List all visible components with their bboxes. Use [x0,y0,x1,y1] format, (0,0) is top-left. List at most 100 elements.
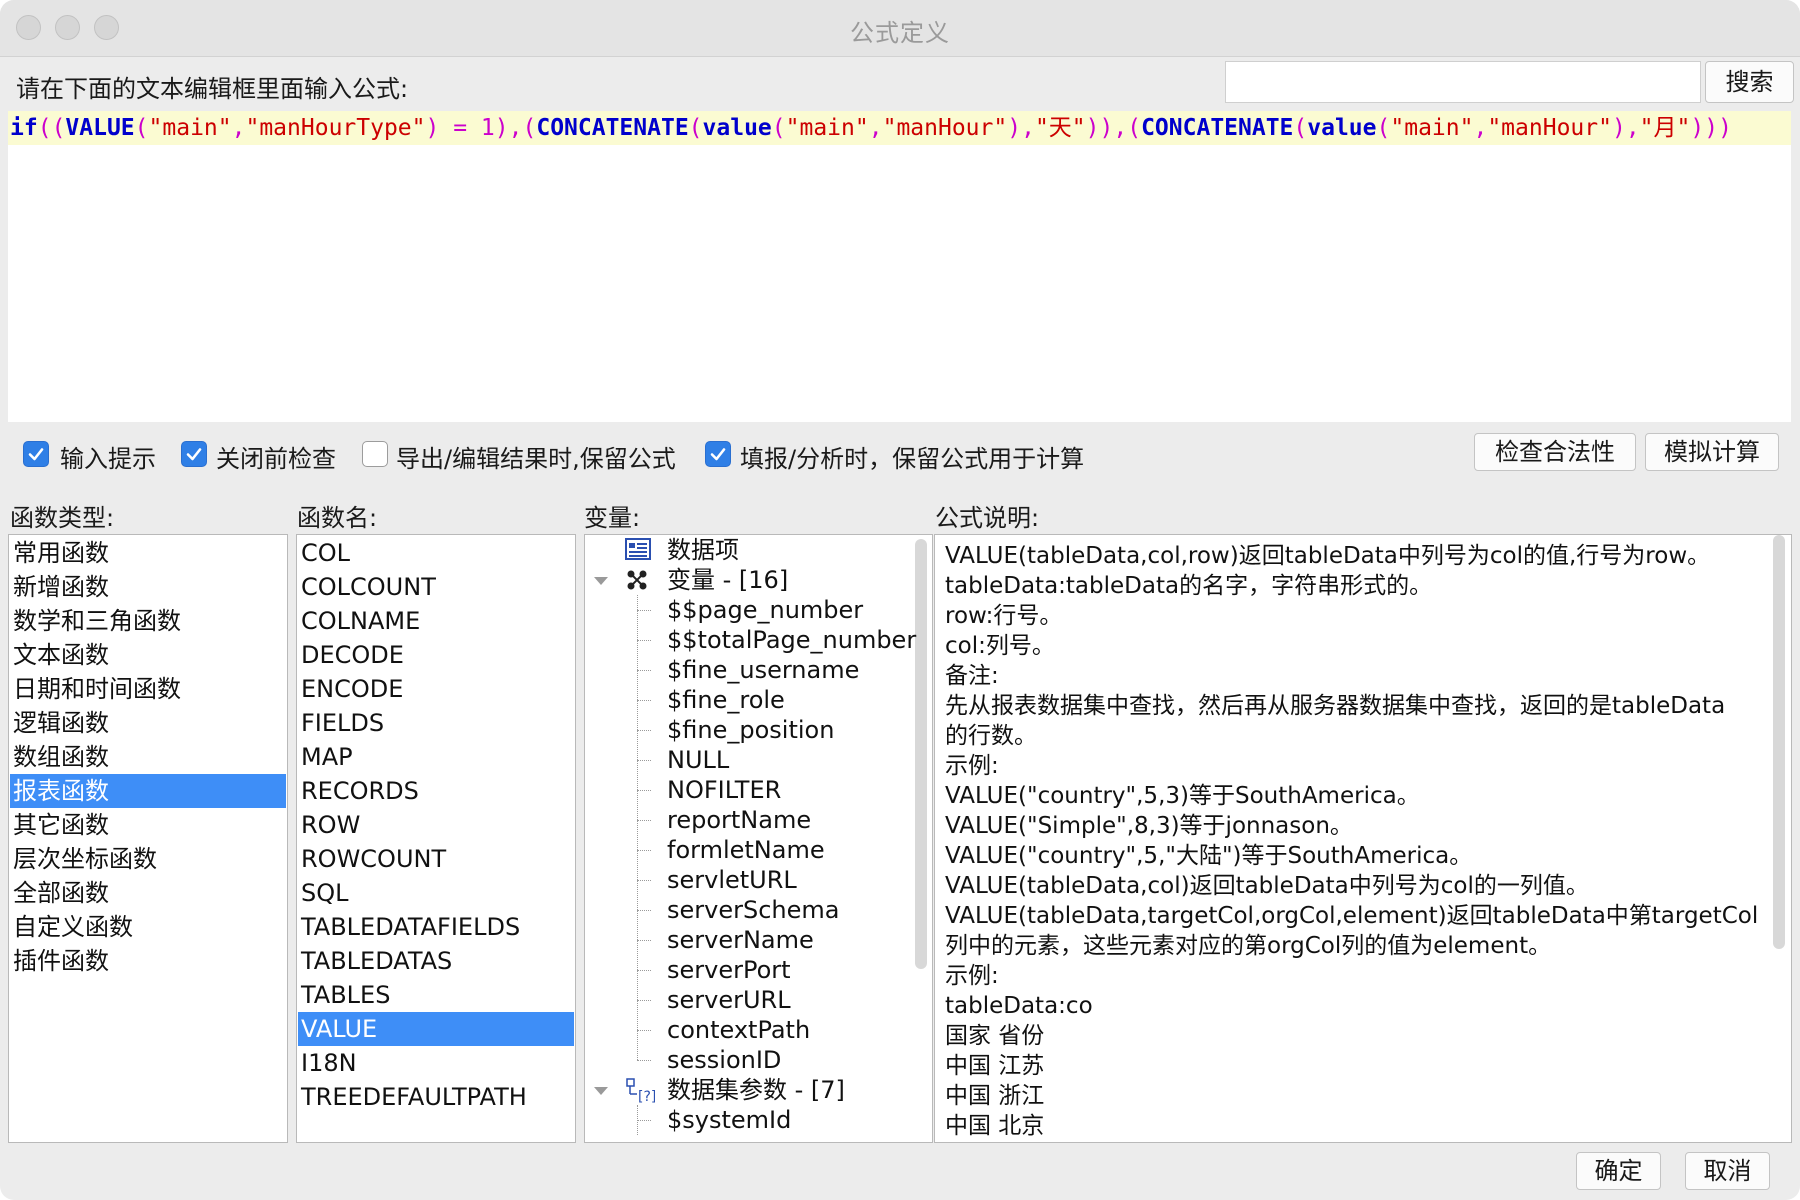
option-label-4[interactable]: 填报/分析时，保留公式用于计算 [740,439,1084,474]
svg-text:[?]: [?] [638,1089,655,1104]
variable-item[interactable]: serverName [667,925,814,955]
variable-item[interactable]: $$page_number [667,595,863,625]
description-line: VALUE("Simple",8,3)等于jonnason。 [945,813,1353,839]
tree-connector [637,1060,651,1061]
variable-item[interactable]: serverPort [667,955,791,985]
variable-item[interactable]: NULL [667,745,729,775]
function-name-item[interactable]: I18N [301,1046,357,1080]
variable-item[interactable]: serverSchema [667,895,839,925]
search-button[interactable]: 搜索 [1705,61,1794,103]
function-name-item[interactable]: ENCODE [301,672,403,706]
function-name-item[interactable]: COLCOUNT [301,570,436,604]
function-name-item[interactable]: RECORDS [301,774,419,808]
description-line: 中国 浙江 [945,1083,1045,1109]
formula-text[interactable]: if((VALUE("main","manHourType") = 1),(CO… [10,114,1732,142]
function-type-item[interactable]: 层次坐标函数 [13,842,157,876]
option-checkbox-1[interactable] [23,441,49,467]
description-line: 的行数。 [945,723,1037,749]
variable-item[interactable]: $fine_position [667,715,834,745]
function-name-item[interactable]: TABLEDATAFIELDS [301,910,520,944]
formula-prompt-label: 请在下面的文本编辑框里面输入公式: [16,75,409,103]
function-type-item[interactable]: 自定义函数 [13,910,133,944]
description-line: VALUE(tableData,col,row)返回tableData中列号为c… [945,543,1711,569]
checkmark-icon [28,448,44,461]
description-line: 中国 北京 [945,1113,1045,1139]
tree-connector [637,595,638,1060]
function-name-item[interactable]: MAP [301,740,353,774]
function-name-item[interactable]: TREEDEFAULTPATH [301,1080,527,1114]
variables-scrollbar[interactable] [915,539,927,969]
function-type-item[interactable]: 文本函数 [13,638,109,672]
description-line: row:行号。 [945,603,1063,629]
function-types-list[interactable]: 常用函数 新增函数 数学和三角函数 文本函数 日期和时间函数 逻辑函数 数组函数 报表函数 其它… [8,534,288,1143]
tree-connector [637,880,651,881]
title-bar: 公式定义 [0,0,1800,57]
function-type-item[interactable]: 其它函数 [13,808,109,842]
variable-item[interactable]: servletURL [667,865,797,895]
function-type-item[interactable]: 数学和三角函数 [13,604,181,638]
formula-description-panel: VALUE(tableData,col,row)返回tableData中列号为c… [934,534,1792,1143]
description-scrollbar[interactable] [1773,535,1785,949]
option-checkbox-2[interactable] [181,441,207,467]
cancel-button[interactable]: 取消 [1685,1152,1770,1190]
tree-node-data-items[interactable]: 数据项 [667,535,739,565]
ok-button[interactable]: 确定 [1576,1152,1661,1190]
function-name-item[interactable]: FIELDS [301,706,384,740]
function-type-item[interactable]: 逻辑函数 [13,706,109,740]
function-type-item[interactable]: 插件函数 [13,944,109,978]
function-name-item[interactable]: COL [301,536,350,570]
tree-node-dataset-params[interactable]: 数据集参数 - [7] [667,1075,845,1105]
dataset-params-expand-arrow[interactable] [594,1087,608,1095]
function-name-item[interactable]: ROWCOUNT [301,842,446,876]
option-label-2[interactable]: 关闭前检查 [216,439,336,474]
function-name-item[interactable]: COLNAME [301,604,420,638]
function-name-item[interactable]: VALUE [301,1012,377,1046]
description-line: tableData:tableData的名字，字符串形式的。 [945,573,1433,599]
function-name-item[interactable]: ROW [301,808,360,842]
description-line: col:列号。 [945,633,1055,659]
variable-item[interactable]: $fine_role [667,685,785,715]
tree-connector [637,970,651,971]
check-validity-button[interactable]: 检查合法性 [1474,433,1636,471]
function-type-item[interactable]: 新增函数 [13,570,109,604]
function-type-item[interactable]: 日期和时间函数 [13,672,181,706]
variables-tree[interactable]: 数据项 变量 - [16] $$page_number $$totalPage_num… [584,534,933,1143]
variable-item[interactable]: NOFILTER [667,775,781,805]
function-names-list[interactable]: COL COLCOUNT COLNAME DECODE ENCODE FIELDS MAP R… [296,534,576,1143]
option-label-3[interactable]: 导出/编辑结果时,保留公式 [396,439,676,474]
tree-connector [637,730,651,731]
variable-item[interactable]: reportName [667,805,811,835]
variable-item[interactable]: contextPath [667,1015,810,1045]
function-types-header: 函数类型: [10,504,115,532]
function-name-item[interactable]: TABLEDATAS [301,944,452,978]
function-type-item[interactable]: 数组函数 [13,740,109,774]
function-name-item[interactable]: TABLES [301,978,390,1012]
function-type-item[interactable]: 全部函数 [13,876,109,910]
variables-group-expand-arrow[interactable] [594,577,608,585]
simulate-calculation-button[interactable]: 模拟计算 [1645,433,1779,471]
tree-node-variables-group[interactable]: 变量 - [16] [667,565,788,595]
variable-item[interactable]: $fine_username [667,655,859,685]
variable-item[interactable]: serverURL [667,985,791,1015]
option-checkbox-3[interactable] [362,441,388,467]
function-type-item[interactable]: 报表函数 [13,774,109,808]
description-line: 示例: [945,963,999,989]
option-checkbox-4[interactable] [705,441,731,467]
tree-connector [637,670,651,671]
variable-item[interactable]: sessionID [667,1045,781,1075]
variable-item[interactable]: formletName [667,835,825,865]
variable-item[interactable]: $$totalPage_number [667,625,916,655]
function-type-item[interactable]: 常用函数 [13,536,109,570]
tree-connector [637,850,651,851]
function-name-item[interactable]: DECODE [301,638,404,672]
description-line: 先从报表数据集中查找，然后再从服务器数据集中查找，返回的是tableData [945,693,1726,719]
tree-connector [637,640,651,641]
tree-connector [637,1030,651,1031]
function-name-item[interactable]: SQL [301,876,349,910]
option-label-1[interactable]: 输入提示 [60,439,156,474]
description-line: 列中的元素，这些元素对应的第orgCol列的值为element。 [945,933,1552,959]
description-line: VALUE("country",5,"大陆")等于SouthAmerica。 [945,843,1473,869]
dataset-param-item[interactable]: $systemId [667,1105,791,1135]
search-input[interactable] [1225,61,1701,103]
formula-editor[interactable]: if((VALUE("main","manHourType") = 1),(CO… [8,111,1791,422]
